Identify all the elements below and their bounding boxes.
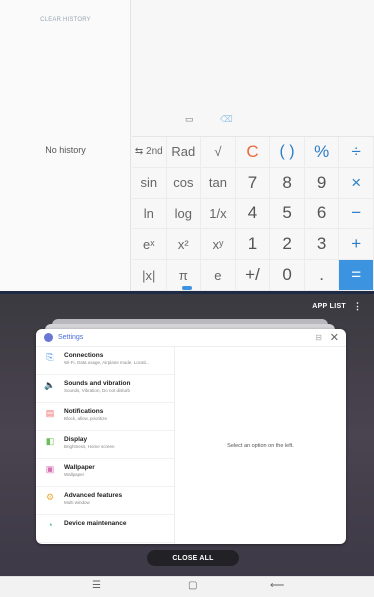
close-icon[interactable]: ✕ — [330, 331, 339, 344]
key-reciprocal[interactable]: 1/x — [201, 198, 236, 230]
multi-window-icon[interactable]: ⊟ — [315, 333, 322, 342]
key-2[interactable]: 2 — [270, 229, 305, 261]
list-item[interactable]: ◧ Display Brightness, Home screen — [36, 431, 174, 459]
key-8[interactable]: 8 — [270, 167, 305, 199]
ruler-icon[interactable]: ▭ — [185, 114, 194, 125]
list-item[interactable]: ▤ Notifications Block, allow, prioritize — [36, 403, 174, 431]
list-item-subtitle: Wallpaper — [64, 472, 85, 477]
list-item-title: Notifications — [64, 408, 104, 415]
advanced-features-icon: ⚙ — [45, 492, 55, 502]
key-9[interactable]: 9 — [304, 167, 340, 199]
list-item[interactable]: ⎘ Connections Wi-Fi, Data usage, Airplane… — [36, 347, 174, 375]
key-6[interactable]: 6 — [304, 198, 340, 230]
clear-history-button[interactable]: CLEAR HISTORY — [0, 17, 131, 23]
detail-pane: Select an option on the left. — [175, 347, 346, 544]
key-rad[interactable]: Rad — [166, 137, 202, 168]
split-handle[interactable] — [182, 286, 192, 290]
detail-text: Select an option on the — [227, 442, 285, 449]
key-log[interactable]: log — [166, 198, 202, 230]
keypad: ⇆ 2nd Rad √ C ( ) % ÷ sin cos tan 7 8 9 … — [132, 136, 374, 291]
key-abs[interactable]: |x| — [132, 260, 167, 291]
key-parentheses[interactable]: ( ) — [270, 137, 305, 168]
detail-placeholder: Select an option on the left. — [227, 443, 294, 449]
wallpaper-icon: ▣ — [45, 464, 55, 474]
card-app-title: Settings — [58, 334, 84, 341]
list-item-subtitle: Block, allow, prioritize — [64, 416, 108, 421]
calculator-display — [132, 0, 374, 103]
key-clear[interactable]: C — [235, 137, 271, 168]
history-panel: CLEAR HISTORY No history — [0, 0, 131, 291]
key-power[interactable]: xʸ — [201, 229, 236, 261]
connections-icon: ⎘ — [46, 352, 54, 362]
list-item[interactable]: ▣ Wallpaper Wallpaper — [36, 459, 174, 487]
sound-icon: 🔈 — [44, 380, 56, 390]
key-exp[interactable]: eˣ — [132, 229, 167, 261]
list-item-subtitle: Sounds, Vibration, Do not disturb — [64, 388, 130, 393]
list-item-title: Device maintenance — [64, 520, 127, 527]
display-icon: ◧ — [45, 436, 55, 446]
key-cos[interactable]: cos — [166, 167, 202, 199]
key-e[interactable]: e — [201, 260, 236, 291]
list-item-subtitle: Multi window — [64, 500, 90, 505]
notifications-icon: ▤ — [45, 408, 55, 418]
list-item[interactable]: ⚙ Advanced features Multi window — [36, 487, 174, 515]
key-subtract[interactable]: − — [339, 198, 374, 230]
no-history-label: No history — [45, 145, 86, 155]
key-3[interactable]: 3 — [304, 229, 340, 261]
settings-recent-card[interactable]: Settings ⊟ ✕ ⎘ Connections Wi-Fi, Data us… — [36, 329, 346, 544]
recent-apps-panel: APP LIST ⋮ Settings ⊟ ✕ ⎘ Connections Wi-… — [0, 294, 374, 576]
key-tan[interactable]: tan — [201, 167, 236, 199]
key-add[interactable]: + — [339, 229, 374, 261]
more-options-icon[interactable]: ⋮ — [353, 301, 362, 312]
key-decimal[interactable]: . — [304, 260, 340, 291]
key-divide[interactable]: ÷ — [339, 137, 374, 168]
key-4[interactable]: 4 — [235, 198, 271, 230]
navigation-bar: ☰ ▢ ⟵ — [0, 576, 374, 597]
home-icon[interactable]: ▢ — [188, 580, 197, 591]
device-maintenance-icon: ◔ — [47, 520, 53, 530]
calculator-app: CLEAR HISTORY No history ▭ ⌫ ⇆ 2nd Rad √… — [0, 0, 374, 291]
list-item-title: Wallpaper — [64, 464, 95, 471]
key-multiply[interactable]: × — [339, 167, 374, 199]
card-header: Settings ⊟ ✕ — [36, 329, 346, 347]
app-list-button[interactable]: APP LIST — [312, 303, 346, 310]
detail-text-end: left. — [284, 442, 294, 449]
list-item[interactable]: ◔ Device maintenance — [36, 515, 174, 543]
list-item-title: Advanced features — [64, 492, 123, 499]
close-all-button[interactable]: CLOSE ALL — [147, 550, 239, 566]
list-item-subtitle: Wi-Fi, Data usage, Airplane mode, Locati… — [64, 360, 150, 365]
key-1[interactable]: 1 — [235, 229, 271, 261]
key-ln[interactable]: ln — [132, 198, 167, 230]
settings-app-icon — [44, 333, 53, 342]
key-equals[interactable]: = — [339, 260, 374, 291]
key-2nd[interactable]: ⇆ 2nd — [132, 137, 167, 168]
key-7[interactable]: 7 — [235, 167, 271, 199]
key-square[interactable]: x² — [166, 229, 202, 261]
recents-icon[interactable]: ☰ — [92, 580, 101, 591]
backspace-icon[interactable]: ⌫ — [220, 114, 233, 125]
key-percent[interactable]: % — [304, 137, 340, 168]
list-item-title: Display — [64, 436, 88, 443]
key-sqrt[interactable]: √ — [201, 137, 236, 168]
list-item[interactable]: 🔈 Sounds and vibration Sounds, Vibration,… — [36, 375, 174, 403]
key-sign[interactable]: +/ — [235, 260, 271, 291]
key-sin[interactable]: sin — [132, 167, 167, 199]
back-icon[interactable]: ⟵ — [270, 580, 284, 591]
list-item-title: Connections — [64, 352, 104, 359]
settings-list: ⎘ Connections Wi-Fi, Data usage, Airplane… — [36, 347, 175, 544]
list-item-subtitle: Brightness, Home screen — [64, 444, 115, 449]
key-5[interactable]: 5 — [270, 198, 305, 230]
key-0[interactable]: 0 — [270, 260, 305, 291]
list-item-title: Sounds and vibration — [64, 380, 131, 387]
